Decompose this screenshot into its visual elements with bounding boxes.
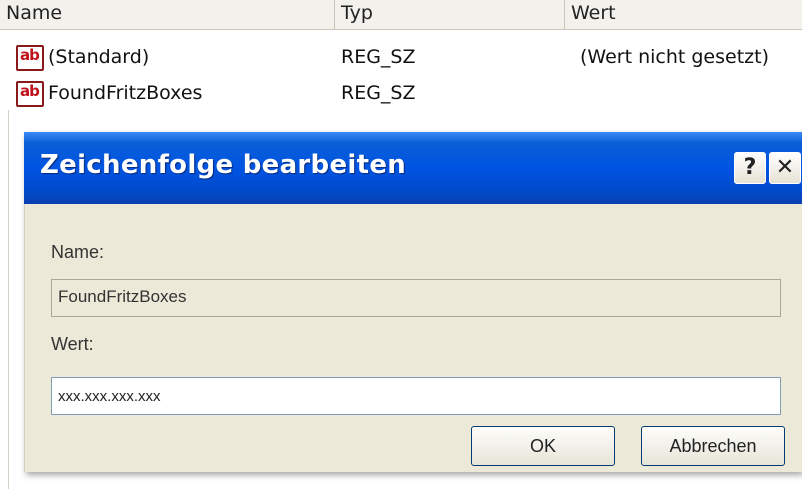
value-data: (Wert nicht gesetzt) <box>580 46 769 68</box>
ok-button[interactable]: OK <box>471 426 615 466</box>
column-header-typ[interactable]: Typ <box>335 0 565 30</box>
column-header-wert[interactable]: Wert <box>565 0 802 30</box>
value-type: REG_SZ <box>341 46 416 68</box>
column-header-name[interactable]: Name <box>0 0 335 30</box>
edit-string-dialog: Zeichenfolge bearbeiten ? ✕ Name: FoundF… <box>24 132 802 472</box>
dialog-body: Name: FoundFritzBoxes Wert: xxx.xxx.xxx.… <box>24 204 802 472</box>
list-item[interactable]: ab (Standard) REG_SZ (Wert nicht gesetzt… <box>0 42 802 76</box>
cancel-button[interactable]: Abbrechen <box>641 426 785 466</box>
reg-string-icon: ab <box>16 45 44 71</box>
name-field: FoundFritzBoxes <box>51 279 781 317</box>
dialog-titlebar[interactable]: Zeichenfolge bearbeiten ? ✕ <box>24 132 802 204</box>
value-type: REG_SZ <box>341 82 416 104</box>
list-item[interactable]: ab FoundFritzBoxes REG_SZ <box>0 78 802 112</box>
value-input[interactable]: xxx.xxx.xxx.xxx <box>51 377 781 415</box>
close-button[interactable]: ✕ <box>769 152 801 184</box>
list-header: Name Typ Wert <box>0 0 802 30</box>
value-name: (Standard) <box>48 46 150 68</box>
name-label: Name: <box>51 242 105 262</box>
reg-string-icon: ab <box>16 81 44 107</box>
dialog-title: Zeichenfolge bearbeiten <box>40 150 407 180</box>
help-button[interactable]: ? <box>734 152 766 184</box>
value-label: Wert: <box>51 334 94 354</box>
value-name: FoundFritzBoxes <box>48 82 203 104</box>
divider <box>8 110 9 489</box>
